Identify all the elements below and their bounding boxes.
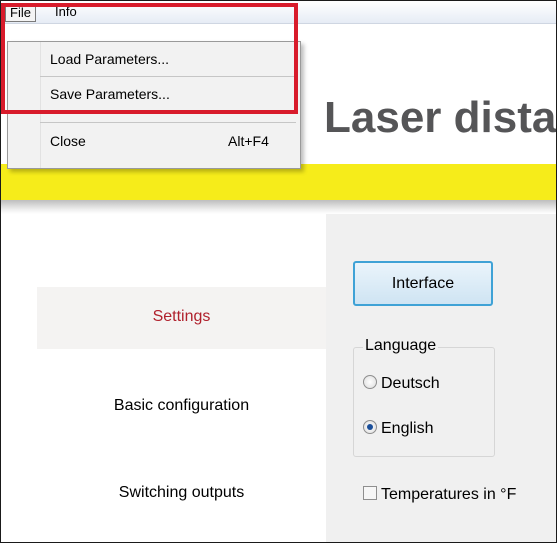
nav-item-switching-outputs[interactable]: Switching outputs	[37, 484, 326, 502]
menu-item-label: Close	[50, 133, 86, 149]
menu-item-shortcut: Alt+F4	[228, 133, 269, 149]
menu-divider	[40, 122, 296, 123]
language-legend: Language	[363, 337, 439, 355]
app-window: Laser dista File Info Settings Basic con…	[0, 0, 557, 543]
menu-item-close[interactable]: Close Alt+F4	[8, 126, 300, 156]
temperature-checkbox-label: Temperatures in °F	[381, 486, 517, 503]
radio-deutsch-button[interactable]	[363, 375, 377, 389]
app-title: Laser dista	[324, 93, 557, 142]
nav-item-basic-configuration[interactable]: Basic configuration	[37, 397, 326, 415]
radio-deutsch[interactable]: Deutsch	[363, 375, 440, 393]
temperature-checkbox[interactable]	[363, 486, 377, 500]
radio-english-button[interactable]	[363, 420, 377, 434]
temperature-fahrenheit-option[interactable]: Temperatures in °F	[363, 486, 516, 504]
annotation-highlight-box	[1, 3, 298, 114]
nav-item-settings[interactable]: Settings	[37, 308, 326, 326]
accent-band	[1, 164, 556, 200]
band-shadow	[1, 200, 556, 214]
radio-deutsch-label: Deutsch	[381, 375, 440, 392]
language-group	[353, 347, 495, 457]
radio-english[interactable]: English	[363, 420, 433, 438]
radio-english-label: English	[381, 420, 434, 437]
interface-button[interactable]: Interface	[353, 261, 493, 306]
